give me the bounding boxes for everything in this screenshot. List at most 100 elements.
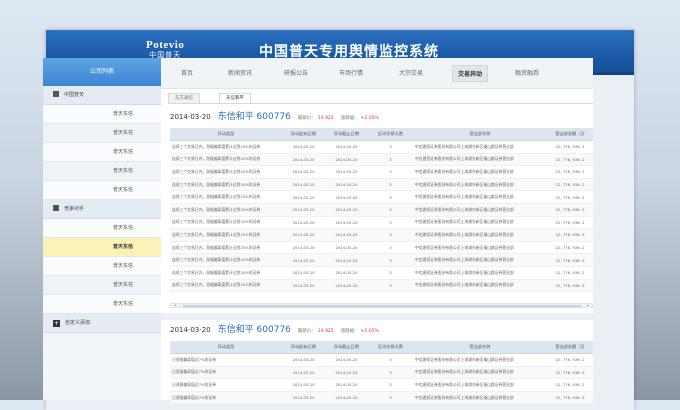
table-cell: 3: [368, 266, 413, 280]
table-cell: 中信建投证券股份有限公司上海浦东新区福山路证券营业部: [413, 165, 547, 179]
table-cell: 22, 776, 936. 2: [547, 241, 593, 255]
table-cell: 2014-03-20: [282, 378, 325, 392]
table-cell: 3: [368, 203, 413, 217]
column-header[interactable]: 异动类型: [170, 128, 282, 141]
tab-1[interactable]: 首页: [181, 68, 193, 77]
table-cell: 连续三个交易日内，涨幅偏离值累计达到20%的证券: [170, 178, 282, 192]
close-value: 14.925: [317, 329, 334, 334]
table-cell: 中信建投证券股份有限公司上海浦东新区福山路证券营业部: [413, 228, 547, 242]
table-cell: 2014-03-20: [325, 190, 368, 204]
column-header[interactable]: 异动起始日期: [282, 128, 325, 141]
change-value: +2.05%: [360, 116, 379, 121]
column-header[interactable]: 营业部金额（万: [547, 341, 593, 354]
tab-4[interactable]: 市场行情: [339, 68, 363, 77]
column-header[interactable]: 营业部名称: [413, 341, 547, 354]
sidebar-item[interactable]: 普天东信: [43, 219, 161, 238]
table-cell: 22, 776, 936. 2: [547, 353, 593, 367]
stock-summary: 2014-03-20 东信和平 600776 最新价： 14.925 涨跌幅： +2.05…: [170, 109, 379, 123]
sidebar-group-1[interactable]: 中国普天: [43, 86, 161, 105]
table-row[interactable]: 连续三个交易日内，涨幅偏离值累计达到20%的证券 2014-03-20 2014-0…: [170, 203, 593, 217]
column-header[interactable]: 区间交易天数: [368, 128, 413, 141]
scroll-left-icon[interactable]: ◂: [173, 304, 177, 307]
sidebar-item[interactable]: 普天东信: [43, 257, 161, 276]
column-header[interactable]: 营业部金额（万: [547, 128, 593, 141]
table-cell: 2014-03-20: [325, 353, 368, 367]
scroll-right-icon[interactable]: ▸: [586, 304, 590, 307]
table-row[interactable]: 连续三个交易日内，涨幅偏离值累计达到20%的证券 2014-03-20 2014-0…: [170, 165, 593, 179]
company-logo: Potevio 中国普天: [146, 39, 184, 60]
sidebar-item[interactable]: 普天东信: [43, 124, 161, 143]
column-header[interactable]: 区间交易天数: [368, 341, 413, 354]
column-header[interactable]: 营业部名称: [413, 128, 547, 141]
stock-name[interactable]: 东信和平 600776: [218, 112, 291, 122]
column-header[interactable]: 异动截止日期: [325, 341, 368, 354]
table-cell: 3: [368, 165, 413, 179]
table-cell: 中信建投证券股份有限公司上海浦东新区福山路证券营业部: [413, 391, 547, 405]
table-cell: 2014-03-20: [325, 165, 368, 179]
add-custom-button[interactable]: + 自定义添加: [43, 314, 161, 333]
close-value: 14.925: [317, 116, 334, 121]
tab-7[interactable]: 融资融券: [515, 68, 539, 77]
table-cell: 2014-03-20: [325, 391, 368, 405]
collapse-icon: [53, 205, 59, 211]
sidebar-item[interactable]: 普天东信: [43, 181, 161, 200]
main-panel: 首页 新闻资讯 研报公告 市场行情 大宗交易 交易异动 融资融券 东方通信 东信和平 2014…: [161, 58, 593, 405]
horizontal-scrollbar[interactable]: ◂ ▸: [170, 303, 593, 308]
table-cell: 连续三个交易日内，涨幅偏离值累计达到20%的证券: [170, 253, 282, 267]
table-row[interactable]: 日涨幅偏离值达7%的证券 2014-03-20 2014-03-20 3 中信建投证券股…: [170, 391, 593, 405]
table-row[interactable]: 日涨幅偏离值达7%的证券 2014-03-20 2014-03-20 3 中信建投证券股…: [170, 366, 593, 380]
table-row[interactable]: 日涨幅偏离值达7%的证券 2014-03-20 2014-03-20 3 中信建投证券股…: [170, 378, 593, 392]
table-row[interactable]: 连续三个交易日内，涨幅偏离值累计达到20%的证券 2014-03-20 2014-0…: [170, 140, 593, 154]
table-cell: 3: [368, 216, 413, 230]
table-cell: 2014-03-20: [282, 391, 325, 405]
table-cell: 2014-03-20: [282, 165, 325, 179]
sidebar-item[interactable]: 普天东信: [43, 238, 161, 257]
table-row[interactable]: 连续三个交易日内，涨幅偏离值累计达到20%的证券 2014-03-20 2014-0…: [170, 216, 593, 230]
tab-2[interactable]: 新闻资讯: [228, 68, 252, 77]
table-cell: 日涨幅偏离值达7%的证券: [170, 353, 282, 367]
top-nav: 首页 新闻资讯 研报公告 市场行情 大宗交易 交易异动 融资融券: [161, 58, 593, 89]
sidebar-item[interactable]: 普天东信: [43, 295, 161, 314]
table-cell: 22, 776, 936. 2: [547, 153, 593, 167]
sidebar-item[interactable]: 普天东信: [43, 276, 161, 295]
table-cell: 22, 776, 936. 2: [547, 266, 593, 280]
table-row[interactable]: 连续三个交易日内，涨幅偏离值累计达到20%的证券 2014-03-20 2014-0…: [170, 253, 593, 267]
table-cell: 2014-03-20: [282, 216, 325, 230]
table-cell: 3: [368, 253, 413, 267]
tab-6[interactable]: 交易异动: [452, 65, 489, 82]
table-cell: 2014-03-20: [325, 266, 368, 280]
table-cell: 22, 776, 936. 2: [547, 366, 593, 380]
abnormal-trading-table: 异动类型 异动起始日期 异动截止日期 区间交易天数 营业部名称 营业部金额（万 连续三个交易…: [170, 128, 593, 293]
table-cell: 2014-03-20: [282, 203, 325, 217]
sidebar-item[interactable]: 普天东信: [43, 105, 161, 124]
sidebar-item[interactable]: 普天东信: [43, 162, 161, 181]
table-header-row: 异动类型 异动起始日期 异动截止日期 区间交易天数 营业部名称 营业部金额（万: [170, 341, 593, 354]
table-cell: 中信建投证券股份有限公司上海浦东新区福山路证券营业部: [413, 353, 547, 367]
tab-5[interactable]: 大宗交易: [399, 68, 423, 77]
table-row[interactable]: 连续三个交易日内，涨幅偏离值累计达到20%的证券 2014-03-20 2014-0…: [170, 279, 593, 293]
table-cell: 2014-03-20: [325, 178, 368, 192]
table-cell: 3: [368, 153, 413, 167]
scroll-thumb[interactable]: [183, 305, 581, 307]
sidebar-group-label: 竞争对手: [64, 206, 85, 212]
column-header[interactable]: 异动类型: [170, 341, 282, 354]
table-row[interactable]: 连续三个交易日内，涨幅偏离值累计达到20%的证券 2014-03-20 2014-0…: [170, 228, 593, 242]
tab-3[interactable]: 研报公告: [284, 68, 308, 77]
table-row[interactable]: 连续三个交易日内，涨幅偏离值累计达到20%的证券 2014-03-20 2014-0…: [170, 178, 593, 192]
sidebar-group-2[interactable]: 竞争对手: [43, 200, 161, 219]
table-cell: 连续三个交易日内，涨幅偏离值累计达到20%的证券: [170, 216, 282, 230]
table-row[interactable]: 连续三个交易日内，涨幅偏离值累计达到20%的证券 2014-03-20 2014-0…: [170, 190, 593, 204]
table-row[interactable]: 连续三个交易日内，涨幅偏离值累计达到20%的证券 2014-03-20 2014-0…: [170, 266, 593, 280]
table-row[interactable]: 连续三个交易日内，涨幅偏离值累计达到20%的证券 2014-03-20 2014-0…: [170, 241, 593, 255]
column-header[interactable]: 异动截止日期: [325, 128, 368, 141]
report-date: 2014-03-20: [170, 326, 211, 334]
table-row[interactable]: 连续三个交易日内，涨幅偏离值累计达到20%的证券 2014-03-20 2014-0…: [170, 153, 593, 167]
table-cell: 22, 776, 936. 2: [547, 216, 593, 230]
table-cell: 22, 776, 936. 2: [547, 190, 593, 204]
sidebar-item[interactable]: 普天东信: [43, 143, 161, 162]
table-row[interactable]: 日涨幅偏离值达7%的证券 2014-03-20 2014-03-20 3 中信建投证券股…: [170, 353, 593, 367]
stock-name[interactable]: 东信和平 600776: [218, 325, 291, 335]
column-header[interactable]: 异动起始日期: [282, 341, 325, 354]
table-cell: 2014-03-20: [282, 266, 325, 280]
table-cell: 2014-03-20: [282, 279, 325, 293]
